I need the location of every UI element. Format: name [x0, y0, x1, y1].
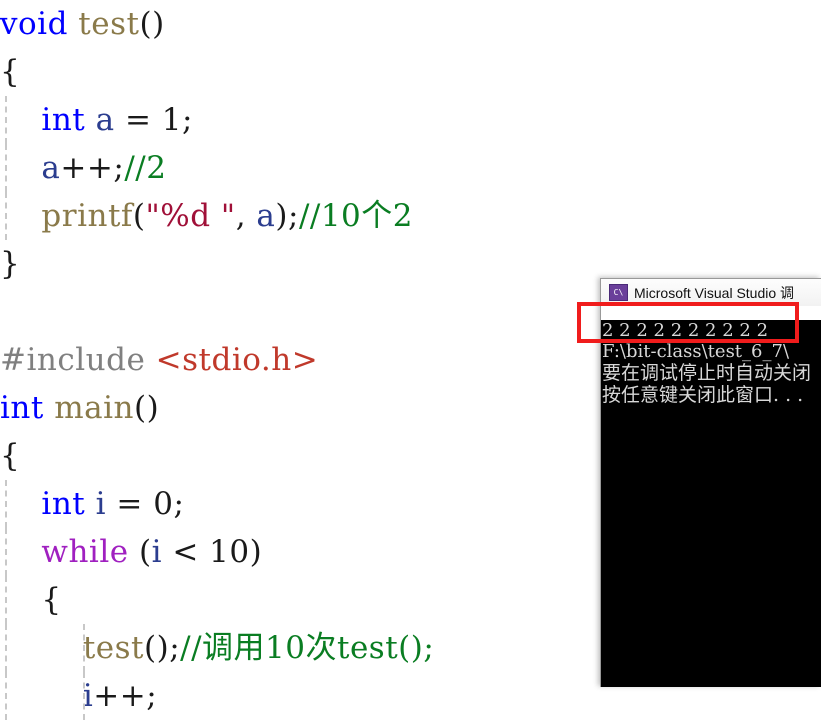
- indent-guide: [83, 624, 85, 672]
- indent-guide: [5, 96, 7, 144]
- code-token: int: [0, 390, 44, 426]
- code-token: (: [132, 198, 146, 234]
- code-token: void: [0, 6, 68, 42]
- code-token: (): [133, 390, 160, 426]
- code-token: {: [0, 582, 62, 618]
- red-rectangle-annotation: [577, 302, 799, 343]
- code-token: (: [128, 534, 152, 570]
- code-line: a++;//2: [0, 144, 821, 192]
- code-token: #include: [0, 342, 146, 378]
- code-token: a: [41, 150, 61, 186]
- code-token: =: [114, 102, 162, 138]
- indent-guide: [5, 624, 7, 672]
- code-token: {: [0, 438, 21, 474]
- code-token: ;: [182, 102, 193, 138]
- code-token: int: [41, 486, 86, 522]
- code-token: int: [41, 102, 86, 138]
- indent-guide: [5, 672, 7, 720]
- code-token: test: [78, 6, 140, 42]
- code-token: {: [0, 54, 21, 90]
- code-token: 0: [153, 486, 174, 522]
- code-line: {: [0, 48, 821, 96]
- code-token: ++;: [60, 150, 125, 186]
- console-line: 按任意键关闭此窗口. . .: [602, 384, 804, 406]
- indent-guide: [5, 192, 7, 240]
- code-token: ++;: [93, 678, 158, 714]
- indent-guide: [5, 528, 7, 576]
- console-window-title: Microsoft Visual Studio 调: [634, 284, 795, 301]
- code-token: ,: [235, 198, 257, 234]
- code-token: ();: [144, 630, 181, 666]
- console-line: 要在调试停止时自动关闭: [602, 362, 812, 384]
- code-token: =: [106, 486, 154, 522]
- code-token: a: [256, 198, 276, 234]
- indent-guide: [83, 672, 85, 720]
- code-token: i: [95, 486, 107, 522]
- code-token: test: [82, 630, 145, 666]
- code-token: i: [151, 534, 162, 570]
- code-token: ): [249, 534, 263, 570]
- code-token: <: [161, 534, 210, 570]
- code-token: ;: [173, 486, 185, 522]
- code-token: 1: [161, 102, 183, 138]
- code-token: main: [54, 390, 134, 426]
- code-token: }: [0, 246, 21, 282]
- indent-guide: [5, 480, 7, 528]
- visual-studio-console-icon: C\: [609, 284, 628, 301]
- code-token: //10个2: [298, 198, 413, 234]
- console-output-text[interactable]: 2 2 2 2 2 2 2 2 2 2 F:\bit-class\test_6_7…: [601, 320, 821, 687]
- code-token: 10: [209, 534, 250, 570]
- code-token: <stdio.h>: [155, 342, 319, 378]
- code-token: "%d ": [145, 198, 236, 234]
- code-line: int a = 1;: [0, 96, 821, 144]
- code-line: void test(): [0, 0, 821, 48]
- code-token: //调用10次test();: [180, 630, 435, 666]
- code-token: //2: [124, 150, 167, 186]
- code-line: printf("%d ", a);//10个2: [0, 192, 821, 240]
- code-token: printf: [41, 198, 133, 234]
- code-token: a: [95, 102, 115, 138]
- indent-guide: [5, 576, 7, 624]
- code-token: while: [41, 534, 129, 570]
- code-token: (): [139, 6, 165, 42]
- console-line: F:\bit-class\test_6_7\: [602, 341, 790, 362]
- indent-guide: [5, 144, 7, 192]
- code-token: );: [275, 198, 299, 234]
